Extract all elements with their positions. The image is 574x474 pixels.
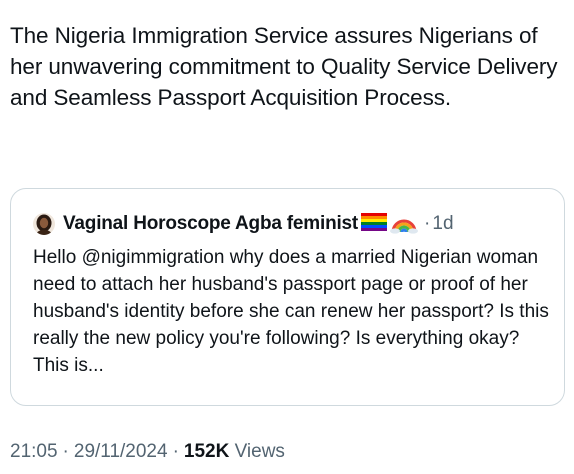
quoted-tweet-card[interactable]: Vaginal Horoscope Agba feminist · 1d Hel… — [10, 188, 565, 406]
separator-dot: · — [172, 441, 179, 462]
separator-dot: · — [424, 213, 431, 234]
rainbow-flag-icon — [361, 212, 388, 236]
avatar[interactable] — [33, 213, 55, 235]
tweet-metadata: 21:05 · 29/11/2024 · 152K Views — [10, 441, 285, 463]
quoted-author-name[interactable]: Vaginal Horoscope Agba feminist — [63, 213, 358, 235]
views-label[interactable]: Views — [235, 441, 285, 462]
tweet-text: The Nigeria Immigration Service assures … — [10, 23, 558, 110]
quoted-tweet-age[interactable]: 1d — [432, 213, 453, 235]
tweet-time[interactable]: 21:05 — [10, 441, 58, 462]
rainbow-icon — [390, 210, 419, 239]
quoted-tweet-header: Vaginal Horoscope Agba feminist · 1d — [33, 211, 454, 237]
tweet-date[interactable]: 29/11/2024 — [74, 441, 168, 462]
views-count[interactable]: 152K — [184, 441, 229, 462]
separator-dot: · — [62, 441, 69, 462]
quoted-tweet-text: Hello @nigimmigration why does a married… — [33, 247, 549, 376]
